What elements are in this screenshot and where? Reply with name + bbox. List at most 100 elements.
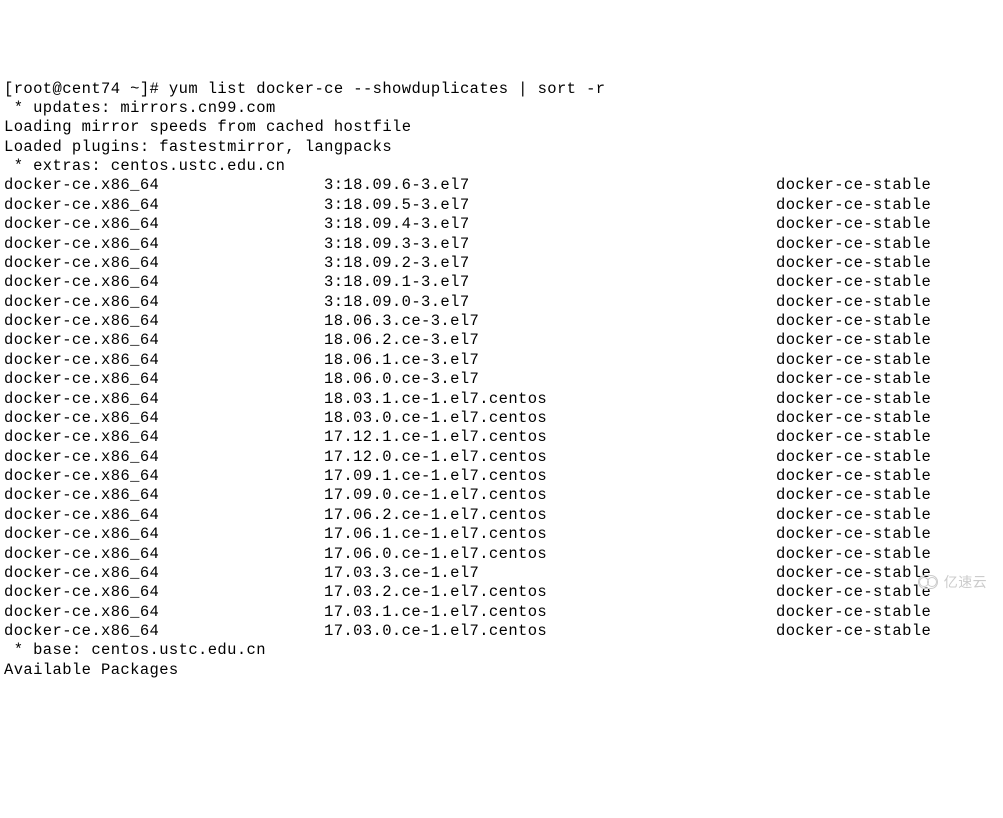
package-row: docker-ce.x86_643:18.09.5-3.el7docker-ce… [4, 196, 999, 215]
package-repo: docker-ce-stable [776, 312, 931, 331]
package-repo: docker-ce-stable [776, 254, 931, 273]
header-line: Loaded plugins: fastestmirror, langpacks [4, 138, 999, 157]
package-name: docker-ce.x86_64 [4, 467, 324, 486]
package-row: docker-ce.x86_6417.06.0.ce-1.el7.centosd… [4, 545, 999, 564]
package-version: 17.06.2.ce-1.el7.centos [324, 506, 776, 525]
package-repo: docker-ce-stable [776, 428, 931, 447]
package-repo: docker-ce-stable [776, 215, 931, 234]
package-repo: docker-ce-stable [776, 545, 931, 564]
footer-line: * base: centos.ustc.edu.cn [4, 641, 999, 660]
package-name: docker-ce.x86_64 [4, 176, 324, 195]
package-name: docker-ce.x86_64 [4, 409, 324, 428]
footer-line: Available Packages [4, 661, 999, 680]
package-repo: docker-ce-stable [776, 370, 931, 389]
package-name: docker-ce.x86_64 [4, 428, 324, 447]
package-version: 17.06.0.ce-1.el7.centos [324, 545, 776, 564]
package-repo: docker-ce-stable [776, 235, 931, 254]
package-name: docker-ce.x86_64 [4, 622, 324, 641]
package-version: 3:18.09.1-3.el7 [324, 273, 776, 292]
package-name: docker-ce.x86_64 [4, 390, 324, 409]
package-repo: docker-ce-stable [776, 293, 931, 312]
package-row: docker-ce.x86_6417.03.0.ce-1.el7.centosd… [4, 622, 999, 641]
package-row: docker-ce.x86_643:18.09.2-3.el7docker-ce… [4, 254, 999, 273]
terminal-output: [root@cent74 ~]# yum list docker-ce --sh… [4, 80, 999, 681]
package-repo: docker-ce-stable [776, 506, 931, 525]
package-row: docker-ce.x86_6417.12.0.ce-1.el7.centosd… [4, 448, 999, 467]
package-row: docker-ce.x86_6418.06.2.ce-3.el7docker-c… [4, 331, 999, 350]
package-name: docker-ce.x86_64 [4, 525, 324, 544]
package-repo: docker-ce-stable [776, 583, 931, 602]
package-version: 3:18.09.2-3.el7 [324, 254, 776, 273]
package-name: docker-ce.x86_64 [4, 603, 324, 622]
package-version: 3:18.09.6-3.el7 [324, 176, 776, 195]
package-row: docker-ce.x86_6418.03.1.ce-1.el7.centosd… [4, 390, 999, 409]
package-row: docker-ce.x86_6418.03.0.ce-1.el7.centosd… [4, 409, 999, 428]
package-name: docker-ce.x86_64 [4, 545, 324, 564]
package-version: 3:18.09.5-3.el7 [324, 196, 776, 215]
package-repo: docker-ce-stable [776, 273, 931, 292]
package-version: 3:18.09.3-3.el7 [324, 235, 776, 254]
package-row: docker-ce.x86_6418.06.3.ce-3.el7docker-c… [4, 312, 999, 331]
package-row: docker-ce.x86_6417.03.2.ce-1.el7.centosd… [4, 583, 999, 602]
package-name: docker-ce.x86_64 [4, 235, 324, 254]
package-row: docker-ce.x86_643:18.09.0-3.el7docker-ce… [4, 293, 999, 312]
package-version: 18.06.3.ce-3.el7 [324, 312, 776, 331]
package-repo: docker-ce-stable [776, 467, 931, 486]
package-version: 17.03.3.ce-1.el7 [324, 564, 776, 583]
package-row: docker-ce.x86_643:18.09.3-3.el7docker-ce… [4, 235, 999, 254]
package-version: 18.03.0.ce-1.el7.centos [324, 409, 776, 428]
header-line: * extras: centos.ustc.edu.cn [4, 157, 999, 176]
package-repo: docker-ce-stable [776, 176, 931, 195]
package-repo: docker-ce-stable [776, 564, 931, 583]
package-version: 17.09.1.ce-1.el7.centos [324, 467, 776, 486]
package-name: docker-ce.x86_64 [4, 215, 324, 234]
header-line: Loading mirror speeds from cached hostfi… [4, 118, 999, 137]
package-repo: docker-ce-stable [776, 196, 931, 215]
package-row: docker-ce.x86_6418.06.1.ce-3.el7docker-c… [4, 351, 999, 370]
package-name: docker-ce.x86_64 [4, 370, 324, 389]
package-row: docker-ce.x86_6417.03.3.ce-1.el7docker-c… [4, 564, 999, 583]
package-row: docker-ce.x86_6417.09.1.ce-1.el7.centosd… [4, 467, 999, 486]
package-repo: docker-ce-stable [776, 622, 931, 641]
package-repo: docker-ce-stable [776, 351, 931, 370]
package-row: docker-ce.x86_6417.03.1.ce-1.el7.centosd… [4, 603, 999, 622]
package-version: 17.03.1.ce-1.el7.centos [324, 603, 776, 622]
package-name: docker-ce.x86_64 [4, 486, 324, 505]
package-row: docker-ce.x86_6418.06.0.ce-3.el7docker-c… [4, 370, 999, 389]
package-version: 17.03.2.ce-1.el7.centos [324, 583, 776, 602]
package-name: docker-ce.x86_64 [4, 312, 324, 331]
package-name: docker-ce.x86_64 [4, 293, 324, 312]
package-repo: docker-ce-stable [776, 603, 931, 622]
package-repo: docker-ce-stable [776, 390, 931, 409]
package-row: docker-ce.x86_6417.06.1.ce-1.el7.centosd… [4, 525, 999, 544]
package-name: docker-ce.x86_64 [4, 448, 324, 467]
header-line: * updates: mirrors.cn99.com [4, 99, 999, 118]
package-name: docker-ce.x86_64 [4, 273, 324, 292]
package-version: 18.06.1.ce-3.el7 [324, 351, 776, 370]
package-repo: docker-ce-stable [776, 486, 931, 505]
package-row: docker-ce.x86_643:18.09.1-3.el7docker-ce… [4, 273, 999, 292]
command-prompt-line: [root@cent74 ~]# yum list docker-ce --sh… [4, 80, 999, 99]
package-version: 17.06.1.ce-1.el7.centos [324, 525, 776, 544]
package-version: 17.03.0.ce-1.el7.centos [324, 622, 776, 641]
package-version: 17.12.0.ce-1.el7.centos [324, 448, 776, 467]
package-version: 3:18.09.0-3.el7 [324, 293, 776, 312]
package-row: docker-ce.x86_643:18.09.6-3.el7docker-ce… [4, 176, 999, 195]
package-row: docker-ce.x86_6417.06.2.ce-1.el7.centosd… [4, 506, 999, 525]
package-name: docker-ce.x86_64 [4, 196, 324, 215]
package-name: docker-ce.x86_64 [4, 506, 324, 525]
package-row: docker-ce.x86_6417.09.0.ce-1.el7.centosd… [4, 486, 999, 505]
package-repo: docker-ce-stable [776, 331, 931, 350]
package-version: 18.03.1.ce-1.el7.centos [324, 390, 776, 409]
package-row: docker-ce.x86_6417.12.1.ce-1.el7.centosd… [4, 428, 999, 447]
package-name: docker-ce.x86_64 [4, 351, 324, 370]
package-version: 17.12.1.ce-1.el7.centos [324, 428, 776, 447]
package-version: 18.06.2.ce-3.el7 [324, 331, 776, 350]
package-name: docker-ce.x86_64 [4, 564, 324, 583]
package-repo: docker-ce-stable [776, 525, 931, 544]
package-repo: docker-ce-stable [776, 448, 931, 467]
package-version: 18.06.0.ce-3.el7 [324, 370, 776, 389]
package-name: docker-ce.x86_64 [4, 331, 324, 350]
package-name: docker-ce.x86_64 [4, 254, 324, 273]
package-name: docker-ce.x86_64 [4, 583, 324, 602]
